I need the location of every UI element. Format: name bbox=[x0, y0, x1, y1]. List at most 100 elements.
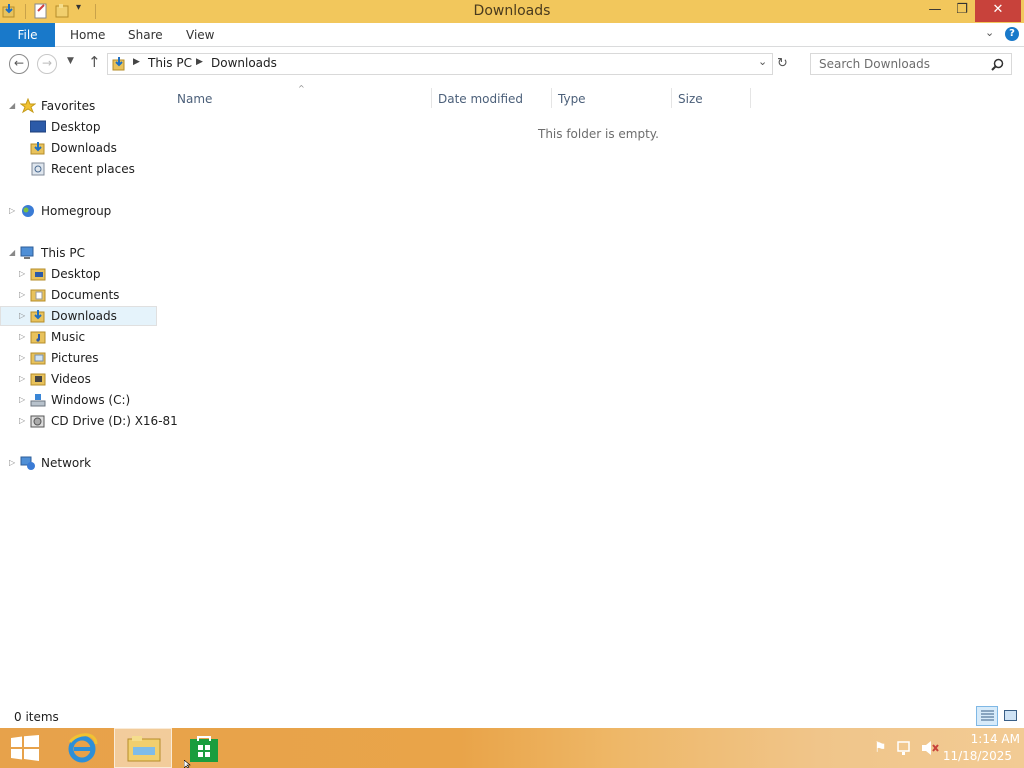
taskbar-internet-explorer[interactable] bbox=[52, 728, 110, 768]
downloads-folder-icon bbox=[2, 4, 15, 18]
help-icon[interactable]: ? bbox=[1005, 27, 1019, 41]
recent-places-icon bbox=[31, 162, 45, 176]
refresh-icon[interactable]: ↻ bbox=[777, 56, 788, 71]
recent-locations-icon[interactable]: ▼ bbox=[67, 56, 74, 66]
network-icon bbox=[20, 456, 35, 470]
up-button[interactable]: ↑ bbox=[88, 53, 101, 71]
breadcrumb-chevron-icon[interactable]: ▶ bbox=[133, 57, 140, 67]
tab-file[interactable]: File bbox=[0, 23, 55, 47]
clock-time[interactable]: 1:14 AM bbox=[940, 732, 1020, 746]
computer-icon bbox=[20, 246, 34, 259]
desktop-icon bbox=[30, 120, 46, 133]
expand-ribbon-icon[interactable]: ⌄ bbox=[985, 26, 994, 39]
nav-pc-desktop[interactable]: ▷ Desktop bbox=[0, 264, 165, 284]
nav-fav-downloads[interactable]: Downloads bbox=[0, 138, 165, 158]
breadcrumb-chevron-icon[interactable]: ▶ bbox=[196, 57, 203, 67]
ribbon: File Home Share View ⌄ ? bbox=[0, 23, 1024, 47]
address-dropdown-icon[interactable]: ⌄ bbox=[758, 55, 767, 68]
minimize-button[interactable]: — bbox=[920, 0, 950, 22]
sort-indicator-icon: ^ bbox=[298, 84, 305, 93]
expand-arrow-icon[interactable]: ▷ bbox=[19, 285, 29, 305]
expand-arrow-icon[interactable]: ▷ bbox=[19, 327, 29, 347]
nav-network[interactable]: ▷ Network bbox=[0, 453, 165, 473]
address-bar[interactable]: ▶ This PC ▶ Downloads ⌄ bbox=[107, 53, 773, 75]
tab-home[interactable]: Home bbox=[56, 23, 119, 47]
window-title: Downloads bbox=[473, 3, 551, 19]
homegroup-icon bbox=[22, 205, 34, 217]
back-button[interactable]: ← bbox=[9, 54, 29, 74]
large-icons-view-icon bbox=[1004, 710, 1017, 721]
navigation-pane: ◢ Favorites Desktop Downloads Recent pla… bbox=[0, 96, 178, 476]
customize-qat-icon[interactable]: ▾ bbox=[76, 2, 88, 13]
nav-pc-music[interactable]: ▷ Music bbox=[0, 327, 165, 347]
restore-button[interactable]: ❐ bbox=[947, 0, 977, 22]
column-divider[interactable] bbox=[750, 88, 751, 108]
search-placeholder: Search Downloads bbox=[819, 57, 930, 71]
nav-pc-pictures[interactable]: ▷ Pictures bbox=[0, 348, 165, 368]
volume-muted-icon[interactable] bbox=[921, 740, 939, 756]
nav-pc-windows-c[interactable]: ▷ Windows (C:) bbox=[0, 390, 165, 410]
file-explorer-icon bbox=[127, 736, 161, 762]
nav-fav-desktop[interactable]: Desktop bbox=[0, 117, 165, 137]
expand-arrow-icon[interactable]: ▷ bbox=[19, 411, 29, 431]
collapse-arrow-icon[interactable]: ◢ bbox=[9, 243, 19, 263]
new-folder-icon[interactable] bbox=[55, 3, 71, 19]
downloads-location-icon bbox=[112, 57, 125, 71]
search-icon[interactable] bbox=[991, 58, 1004, 71]
action-center-flag-icon[interactable]: ⚑ bbox=[874, 740, 887, 756]
expand-arrow-icon[interactable]: ▷ bbox=[9, 453, 19, 473]
address-row: ← → ▼ ↑ ▶ This PC ▶ Downloads ⌄ ↻ Search… bbox=[0, 48, 1024, 81]
internet-explorer-icon bbox=[68, 733, 98, 763]
column-divider[interactable] bbox=[431, 88, 432, 108]
cd-drive-icon bbox=[30, 415, 45, 428]
expand-arrow-icon[interactable]: ▷ bbox=[9, 201, 19, 221]
mouse-cursor-icon bbox=[184, 760, 191, 768]
documents-folder-icon bbox=[30, 289, 46, 302]
network-tray-icon[interactable] bbox=[897, 740, 914, 756]
properties-icon[interactable] bbox=[33, 3, 49, 19]
breadcrumb-downloads[interactable]: Downloads bbox=[211, 56, 277, 70]
expand-arrow-icon[interactable]: ▷ bbox=[19, 390, 29, 410]
nav-favorites[interactable]: ◢ Favorites bbox=[0, 96, 165, 116]
item-count: 0 items bbox=[14, 710, 59, 724]
windows-logo-icon bbox=[11, 735, 39, 761]
forward-button[interactable]: → bbox=[37, 54, 57, 74]
expand-arrow-icon[interactable]: ▷ bbox=[19, 306, 29, 326]
downloads-folder-icon bbox=[30, 142, 45, 155]
taskbar-file-explorer[interactable] bbox=[114, 728, 172, 768]
nav-homegroup[interactable]: ▷ Homegroup bbox=[0, 201, 165, 221]
clock-date[interactable]: 11/18/2025 bbox=[940, 749, 1012, 763]
title-bar: Downloads ▾ — ❐ ✕ bbox=[0, 0, 1024, 23]
column-divider[interactable] bbox=[551, 88, 552, 108]
start-button[interactable] bbox=[0, 728, 58, 768]
tab-share[interactable]: Share bbox=[114, 23, 177, 47]
column-header-size[interactable]: Size bbox=[678, 92, 703, 106]
expand-arrow-icon[interactable]: ▷ bbox=[19, 264, 29, 284]
close-button[interactable]: ✕ bbox=[975, 0, 1021, 22]
star-icon bbox=[20, 98, 36, 114]
nav-fav-recent-places[interactable]: Recent places bbox=[0, 159, 165, 179]
column-header-type[interactable]: Type bbox=[558, 92, 586, 106]
column-divider[interactable] bbox=[671, 88, 672, 108]
taskbar: ⚑ 1:14 AM 11/18/2025 bbox=[0, 728, 1024, 768]
large-icons-view-button[interactable] bbox=[1001, 706, 1021, 726]
nav-pc-videos[interactable]: ▷ Videos bbox=[0, 369, 165, 389]
nav-pc-downloads[interactable]: ▷ Downloads bbox=[0, 306, 157, 326]
tab-view[interactable]: View bbox=[172, 23, 228, 47]
column-header-date-modified[interactable]: Date modified bbox=[438, 92, 523, 106]
breadcrumb-this-pc[interactable]: This PC bbox=[148, 56, 192, 70]
nav-pc-documents[interactable]: ▷ Documents bbox=[0, 285, 165, 305]
nav-pc-cd-drive[interactable]: ▷ CD Drive (D:) X16-81 bbox=[0, 411, 178, 431]
status-bar: 0 items bbox=[0, 706, 1024, 728]
search-input[interactable]: Search Downloads bbox=[810, 53, 1012, 75]
hard-drive-icon bbox=[30, 394, 46, 407]
downloads-folder-icon bbox=[30, 310, 45, 323]
collapse-arrow-icon[interactable]: ◢ bbox=[9, 96, 19, 116]
expand-arrow-icon[interactable]: ▷ bbox=[19, 369, 29, 389]
expand-arrow-icon[interactable]: ▷ bbox=[19, 348, 29, 368]
nav-this-pc[interactable]: ◢ This PC bbox=[0, 243, 165, 263]
pictures-folder-icon bbox=[30, 352, 46, 365]
details-view-button[interactable] bbox=[976, 706, 998, 726]
column-header-name[interactable]: Name bbox=[177, 92, 212, 106]
details-view-icon bbox=[981, 710, 994, 721]
